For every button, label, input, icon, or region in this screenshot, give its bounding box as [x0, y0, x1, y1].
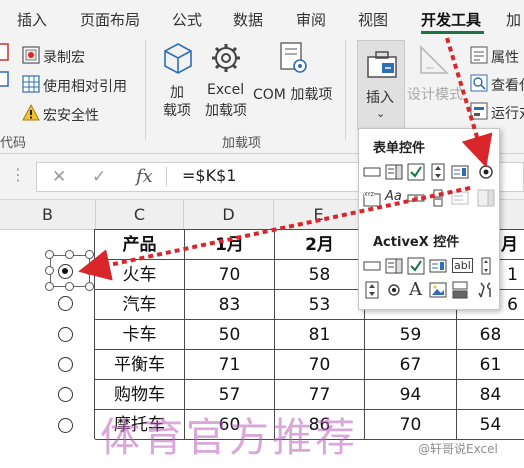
arrow-to-option-button-cell	[78, 186, 471, 281]
arrow-to-option-button-tool	[445, 37, 493, 168]
attribution: @轩哥说Excel	[418, 442, 498, 456]
watermark: 体育官方推荐	[100, 415, 358, 461]
annotation-arrows	[78, 37, 493, 281]
